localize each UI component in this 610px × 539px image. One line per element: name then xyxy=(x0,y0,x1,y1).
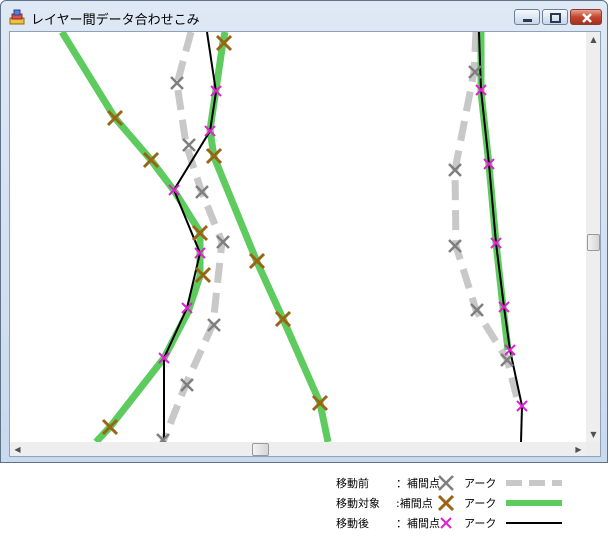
scroll-down-icon[interactable]: ▼ xyxy=(586,427,600,442)
legend-target-point-label: :補間点 xyxy=(396,497,433,510)
maximize-button[interactable] xyxy=(542,9,568,25)
map-view[interactable]: ▲ ▼ ◀ ▶ xyxy=(9,31,601,457)
close-button[interactable] xyxy=(570,9,602,25)
app-layers-icon xyxy=(9,9,25,25)
legend-before-name: 移動前 xyxy=(336,477,369,490)
legend-target-arc-line xyxy=(506,500,562,506)
legend-after-point-icon xyxy=(440,517,452,529)
legend-before-arc-line xyxy=(506,480,562,486)
legend-row-after: 移動後 ：補間点 アーク xyxy=(336,514,576,532)
minimize-button[interactable] xyxy=(514,9,540,25)
vertical-scroll-thumb[interactable] xyxy=(587,234,600,251)
legend-target-point-icon xyxy=(437,494,455,512)
legend-after-point-label: ：補間点 xyxy=(396,517,440,530)
legend-after-arc-line xyxy=(506,522,562,524)
legend-row-target: 移動対象 :補間点 アーク xyxy=(336,494,576,512)
legend-after-arc-label: アーク xyxy=(464,517,497,530)
legend-target-arc-label: アーク xyxy=(464,497,497,510)
map-canvas[interactable] xyxy=(10,32,586,442)
vertical-scrollbar[interactable]: ▲ ▼ xyxy=(586,32,600,442)
window-title: レイヤー間データ合わせこみ xyxy=(31,13,200,28)
minimize-icon xyxy=(523,19,532,22)
scroll-right-icon[interactable]: ▶ xyxy=(571,442,586,456)
horizontal-scrollbar[interactable]: ◀ ▶ xyxy=(10,442,586,456)
title-bar[interactable]: レイヤー間データ合わせこみ xyxy=(1,1,607,31)
horizontal-scroll-thumb[interactable] xyxy=(252,443,269,456)
resize-grip-icon[interactable] xyxy=(586,442,600,456)
close-icon xyxy=(582,13,592,23)
scroll-up-icon[interactable]: ▲ xyxy=(586,32,600,47)
legend-before-point-icon xyxy=(438,475,454,491)
legend-after-name: 移動後 xyxy=(336,517,369,530)
legend-before-point-label: ：補間点 xyxy=(396,477,440,490)
after-points xyxy=(158,84,528,412)
scroll-left-icon[interactable]: ◀ xyxy=(10,442,25,456)
app-window: レイヤー間データ合わせこみ ▲ ▼ ◀ ▶ xyxy=(0,0,608,463)
legend-row-before: 移動前 ：補間点 アーク xyxy=(336,474,576,492)
legend-target-name: 移動対象 xyxy=(336,497,380,510)
maximize-icon xyxy=(550,13,561,23)
legend-before-arc-label: アーク xyxy=(464,477,497,490)
